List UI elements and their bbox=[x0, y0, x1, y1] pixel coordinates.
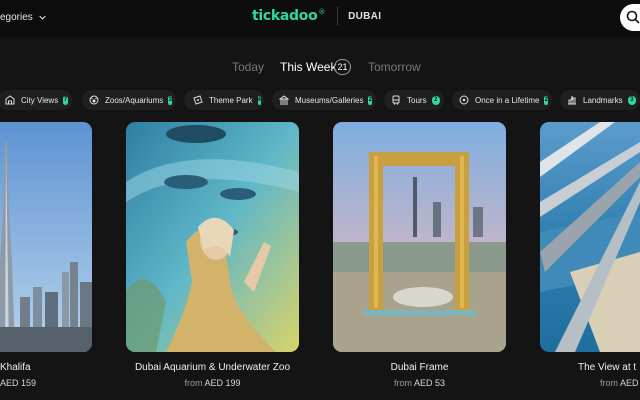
tickadoo-logo[interactable]: tickadoo® bbox=[252, 8, 325, 24]
tab-today[interactable]: Today bbox=[232, 58, 264, 76]
chip-label: Tours bbox=[407, 95, 427, 105]
the-view-photo bbox=[540, 122, 640, 352]
chip-label: Once in a Lifetime bbox=[475, 95, 540, 105]
card-image-dubai-frame[interactable] bbox=[333, 122, 506, 352]
chip-label: Zoos/Aquariums bbox=[105, 95, 164, 105]
search-button[interactable] bbox=[620, 4, 640, 31]
bus-icon bbox=[392, 95, 400, 105]
chip-once-in-a-lifetime[interactable]: Once in a Lifetime 2 bbox=[452, 90, 552, 110]
burj-khalifa-photo bbox=[0, 122, 92, 352]
card-title-dubai-aquarium[interactable]: Dubai Aquarium & Underwater Zoo bbox=[126, 362, 299, 373]
chip-count: 2 bbox=[368, 95, 372, 105]
chip-count: 4 bbox=[257, 95, 261, 105]
chip-count: 3 bbox=[168, 95, 172, 105]
brand-divider bbox=[337, 7, 339, 25]
card-title-burj-khalifa[interactable]: Khalifa bbox=[0, 362, 31, 373]
chip-landmarks[interactable]: Landmarks 3 bbox=[560, 90, 640, 110]
chip-tours[interactable]: Tours 2 bbox=[384, 90, 444, 110]
top-header: egories tickadoo® DUBAI bbox=[0, 0, 640, 38]
chip-count: 2 bbox=[544, 95, 548, 105]
tab-this-week[interactable]: This Week bbox=[280, 58, 336, 76]
dubai-frame-photo bbox=[333, 122, 506, 352]
ticket-icon bbox=[193, 95, 203, 105]
chip-label: Museums/Galleries bbox=[295, 95, 364, 105]
brand: tickadoo® DUBAI bbox=[252, 7, 381, 25]
chip-city-views[interactable]: City Views 7 bbox=[0, 90, 72, 110]
chip-museums-galleries[interactable]: Museums/Galleries 2 bbox=[272, 90, 376, 110]
card-price-burj-khalifa: AED 159 bbox=[0, 378, 37, 388]
chip-count: 2 bbox=[431, 95, 440, 105]
this-week-count-badge: 21 bbox=[334, 59, 351, 75]
card-image-burj-khalifa[interactable] bbox=[0, 122, 92, 352]
chip-label: City Views bbox=[21, 95, 59, 105]
museum-icon bbox=[279, 95, 289, 105]
chip-count: 3 bbox=[627, 95, 636, 105]
card-price-dubai-frame: from AED 53 bbox=[393, 378, 446, 388]
categories-label: egories bbox=[0, 11, 33, 23]
city-name: DUBAI bbox=[348, 10, 382, 22]
categories-menu[interactable]: egories bbox=[0, 9, 46, 25]
tab-tomorrow[interactable]: Tomorrow bbox=[368, 58, 421, 76]
card-title-the-view[interactable]: The View at t bbox=[578, 362, 636, 373]
aquarium-photo bbox=[126, 122, 299, 352]
card-title-dubai-frame[interactable]: Dubai Frame bbox=[333, 362, 506, 373]
chip-zoos-aquariums[interactable]: Zoos/Aquariums 3 bbox=[82, 90, 176, 110]
card-price-the-view: from AED 1 bbox=[600, 378, 640, 388]
card-price-dubai-aquarium: from AED 199 bbox=[184, 378, 241, 388]
landmark-icon bbox=[568, 95, 576, 105]
star-icon bbox=[459, 95, 469, 105]
card-image-the-view[interactable] bbox=[540, 122, 640, 352]
card-image-dubai-aquarium[interactable] bbox=[126, 122, 299, 352]
building-icon bbox=[5, 95, 15, 105]
search-icon bbox=[626, 10, 640, 24]
chip-label: Theme Park bbox=[209, 95, 253, 105]
chevron-down-icon bbox=[39, 15, 46, 20]
chip-label: Landmarks bbox=[583, 95, 623, 105]
chip-count: 7 bbox=[63, 95, 68, 105]
category-chips: City Views 7 Zoos/Aquariums 3 Theme Park… bbox=[0, 90, 640, 110]
chip-theme-park[interactable]: Theme Park 4 bbox=[184, 90, 264, 110]
paw-icon bbox=[89, 95, 99, 105]
day-tabs: Today This Week 21 Tomorrow bbox=[0, 58, 640, 76]
